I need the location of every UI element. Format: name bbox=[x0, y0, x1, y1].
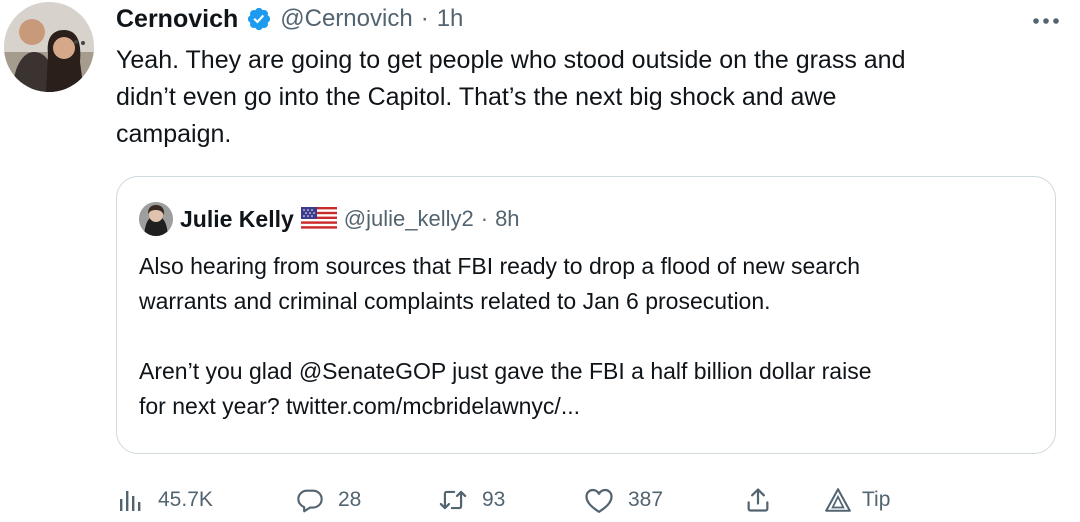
separator-dot: · bbox=[420, 5, 429, 32]
reply-count: 28 bbox=[338, 488, 362, 511]
views-icon bbox=[118, 487, 144, 513]
retweet-count: 93 bbox=[482, 488, 506, 511]
author-name[interactable]: Cernovich bbox=[116, 5, 238, 34]
tip-label: Tip bbox=[862, 488, 891, 511]
more-options-icon[interactable] bbox=[1032, 6, 1060, 26]
verified-badge-icon bbox=[246, 6, 272, 32]
like-button[interactable]: 387 bbox=[584, 478, 663, 522]
like-count: 387 bbox=[628, 488, 664, 511]
tip-icon bbox=[824, 487, 852, 513]
views-button[interactable]: 45.7K bbox=[118, 478, 213, 522]
quoted-tweet-text: Also hearing from sources that FBI ready… bbox=[139, 253, 872, 419]
quoted-author-handle: @julie_kelly2 bbox=[343, 206, 474, 231]
quoted-tweet[interactable]: Julie Kelly @julie_kelly2 · 8h Also hear… bbox=[116, 176, 1056, 454]
reply-icon bbox=[296, 486, 324, 514]
quoted-tweet-timestamp: 8h bbox=[495, 206, 520, 231]
tweet-text: Yeah. They are going to get people who s… bbox=[116, 46, 906, 148]
us-flag-icon bbox=[300, 207, 337, 231]
tweet[interactable]: Cernovich @Cernovich · 1h Yeah. They are… bbox=[0, 0, 1080, 522]
tweet-timestamp[interactable]: 1h bbox=[437, 5, 464, 33]
retweet-button[interactable]: 93 bbox=[438, 478, 505, 522]
quoted-author-name: Julie Kelly bbox=[180, 205, 294, 232]
author-handle[interactable]: @Cernovich bbox=[280, 5, 412, 33]
heart-icon bbox=[584, 486, 614, 514]
quoted-author-avatar bbox=[139, 202, 173, 236]
tweet-actions: 45.7K 28 93 387 Tip bbox=[116, 478, 1016, 522]
share-button[interactable] bbox=[744, 478, 772, 522]
quoted-separator-dot: · bbox=[480, 206, 489, 231]
quoted-tweet-header: Julie Kelly @julie_kelly2 · 8h bbox=[139, 202, 520, 236]
tweet-header: Cernovich @Cernovich · 1h bbox=[116, 4, 463, 34]
tip-button[interactable]: Tip bbox=[824, 478, 890, 522]
author-avatar[interactable] bbox=[4, 2, 94, 92]
reply-button[interactable]: 28 bbox=[296, 478, 361, 522]
retweet-icon bbox=[438, 486, 468, 514]
views-count: 45.7K bbox=[158, 488, 213, 511]
share-icon bbox=[744, 486, 772, 514]
